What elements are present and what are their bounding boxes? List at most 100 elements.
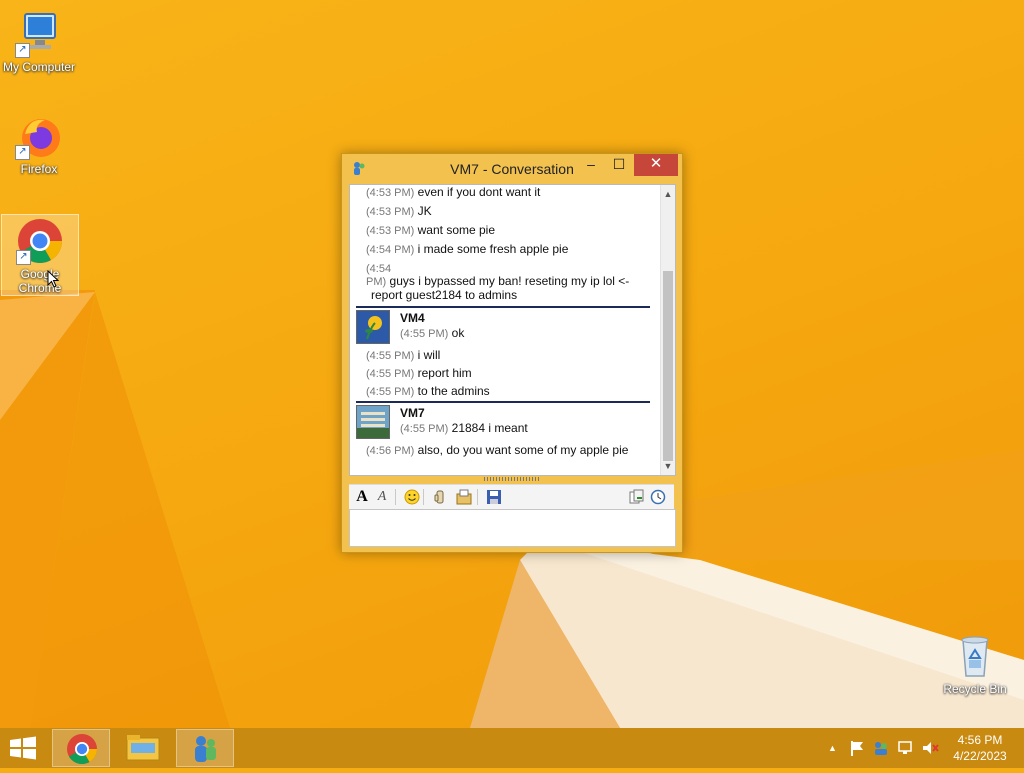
desktop-icon-label: Recycle Bin <box>943 682 1007 696</box>
message-time: (4:55 PM) <box>366 350 415 362</box>
shortcut-arrow-icon: ↗ <box>15 43 30 58</box>
sender-name: VM4 <box>400 311 425 325</box>
network-icon[interactable] <box>873 740 889 759</box>
toolbar-separator <box>477 489 478 505</box>
message-text: also, do you want some of my apple pie <box>417 443 629 457</box>
recycle-bin-icon <box>951 632 999 680</box>
message-line: report guest2184 to admins <box>371 288 517 302</box>
desktop-icon-google-chrome[interactable]: ↗ Google Chrome <box>1 214 79 296</box>
avatar <box>356 310 390 344</box>
mouse-cursor-icon <box>47 270 59 288</box>
maximize-button[interactable]: ☐ <box>606 154 632 176</box>
message-time: (4:53 PM) <box>366 225 415 237</box>
nudge-icon[interactable] <box>431 488 449 506</box>
desktop: ↗ My Computer ↗ Firefox ↗ Google Chrome … <box>0 0 1024 728</box>
message-text: i will <box>417 348 441 362</box>
desktop-icon-recycle-bin[interactable]: Recycle Bin <box>937 632 1013 696</box>
message-line: (4:54 <box>366 261 391 275</box>
toolbar-separator <box>423 489 424 505</box>
action-center-icon[interactable] <box>849 740 865 759</box>
message-time: (4:54 PM) <box>366 244 415 256</box>
message-text: 21884 i meant <box>451 421 528 435</box>
volume-muted-icon[interactable] <box>921 740 939 759</box>
taskbar-file-explorer[interactable] <box>114 729 172 767</box>
chrome-icon <box>67 734 97 765</box>
message-time: (4:55 PM) <box>366 368 415 380</box>
desktop-icon-label: Google Chrome <box>18 267 62 295</box>
scrollbar-thumb[interactable] <box>663 271 673 461</box>
emoticon-icon[interactable] <box>403 488 421 506</box>
sender-name: VM7 <box>400 406 425 420</box>
toolbar-separator <box>395 489 396 505</box>
send-file-icon[interactable] <box>455 488 473 506</box>
message-text: to the admins <box>417 384 490 398</box>
taskbar-chrome[interactable] <box>52 729 110 767</box>
chrome-icon: ↗ <box>16 217 64 265</box>
message-line: (4:56 PM) also, do you want some of my a… <box>366 443 628 457</box>
scroll-up-icon[interactable]: ▲ <box>661 187 675 201</box>
message-line: (4:55 PM) to the admins <box>366 384 490 398</box>
message-text: i made some fresh apple pie <box>417 242 569 256</box>
message-text: ok <box>451 326 465 340</box>
message-time: (4:55 PM) <box>366 386 415 398</box>
message-time: (4:56 PM) <box>366 445 415 457</box>
message-separator <box>356 306 650 308</box>
shortcut-arrow-icon: ↗ <box>15 145 30 160</box>
message-line: (4:55 PM) i will <box>366 348 440 362</box>
start-button[interactable] <box>8 736 38 760</box>
message-time: PM) <box>366 276 387 288</box>
clock-date: 4/22/2023 <box>953 749 1007 763</box>
compose-toolbar: A A <box>349 484 674 509</box>
desktop-icon-label: Firefox <box>20 162 58 176</box>
message-time: (4:53 PM) <box>366 206 415 218</box>
message-line: (4:53 PM) want some pie <box>366 223 495 237</box>
messenger-app-icon <box>195 736 216 762</box>
network-wired-icon[interactable] <box>897 740 915 759</box>
message-line: (4:54 PM) i made some fresh apple pie <box>366 242 568 256</box>
font-style-icon[interactable]: A <box>373 488 391 506</box>
font-icon[interactable]: A <box>353 488 371 506</box>
message-text: want some pie <box>417 223 496 237</box>
clock-time: 4:56 PM <box>957 733 1003 747</box>
window-titlebar[interactable]: VM7 - Conversation – ☐ ✕ <box>342 154 682 184</box>
minimize-button[interactable]: – <box>578 154 604 176</box>
message-line: (4:55 PM) ok <box>400 326 464 340</box>
desktop-icon-label: My Computer <box>2 60 76 74</box>
show-hidden-icons-button[interactable]: ▲ <box>828 743 837 753</box>
taskbar: ▲ 4:56 PM 4/22/2023 <box>0 728 1024 768</box>
folder-icon <box>126 735 160 761</box>
message-text: report him <box>417 366 472 380</box>
avatar <box>356 405 390 439</box>
taskbar-messenger[interactable] <box>176 729 234 767</box>
taskbar-clock[interactable]: 4:56 PM 4/22/2023 <box>945 732 1015 764</box>
firefox-icon: ↗ <box>15 112 63 160</box>
close-button[interactable]: ✕ <box>634 154 678 176</box>
history-icon[interactable] <box>649 488 667 506</box>
send-to-icon[interactable] <box>627 488 645 506</box>
history-scrollbar[interactable]: ▲ ▼ <box>660 185 675 475</box>
message-text: JK <box>417 204 432 218</box>
desktop-icon-firefox[interactable]: ↗ Firefox <box>1 112 77 176</box>
message-text: even if you dont want it <box>417 185 541 199</box>
conversation-window[interactable]: VM7 - Conversation – ☐ ✕ (4:53 PM) even … <box>341 153 683 553</box>
resize-grip[interactable] <box>484 477 540 481</box>
computer-icon: ↗ <box>15 10 63 58</box>
message-line: (4:53 PM) JK <box>366 204 432 218</box>
message-time: (4:53 PM) <box>366 187 415 199</box>
windows-logo-icon <box>10 736 36 760</box>
message-line: PM) guys i bypassed my ban! reseting my … <box>366 274 629 288</box>
scroll-down-icon[interactable]: ▼ <box>661 459 675 473</box>
conversation-history[interactable]: (4:53 PM) even if you dont want it (4:53… <box>349 184 676 476</box>
save-icon[interactable] <box>485 488 503 506</box>
message-line: (4:55 PM) 21884 i meant <box>400 421 528 435</box>
message-compose-input[interactable] <box>349 509 676 547</box>
message-time: (4:55 PM) <box>400 328 449 340</box>
message-line: (4:53 PM) even if you dont want it <box>366 185 540 199</box>
desktop-icon-my-computer[interactable]: ↗ My Computer <box>1 10 77 74</box>
message-separator <box>356 401 650 403</box>
shortcut-arrow-icon: ↗ <box>16 250 31 265</box>
message-line: (4:55 PM) report him <box>366 366 472 380</box>
message-text: guys i bypassed my ban! reseting my ip l… <box>389 274 630 288</box>
message-time: (4:55 PM) <box>400 423 449 435</box>
message-text: report guest2184 to admins <box>371 288 518 302</box>
